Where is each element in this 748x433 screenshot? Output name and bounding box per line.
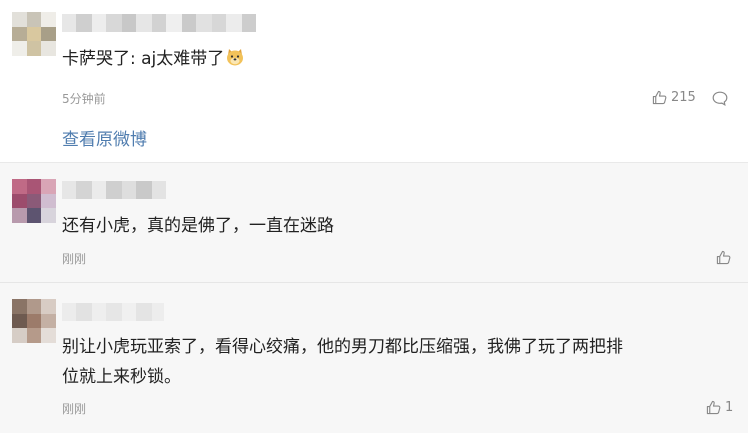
comment-text-content: 卡萨哭了: aj太难带了 — [62, 49, 225, 69]
like-count: 215 — [671, 90, 696, 105]
comment-text-line-2: 位就上来秒锁。 — [62, 367, 181, 387]
comment-3: 别让小虎玩亚索了，看得心绞痛，他的男刀都比压缩强，我佛了玩了两把排 位就上来秒锁… — [0, 282, 748, 433]
comment-text: 还有小虎，真的是佛了，一直在迷路 — [62, 216, 334, 236]
thumbs-up-icon — [652, 90, 667, 105]
thumbs-up-icon — [716, 250, 731, 265]
comment-text-line-1: 别让小虎玩亚索了，看得心绞痛，他的男刀都比压缩强，我佛了玩了两把排 — [62, 337, 623, 357]
comment-text: 卡萨哭了: aj太难带了 — [62, 44, 245, 74]
avatar[interactable] — [12, 299, 56, 343]
timestamp: 刚刚 — [62, 252, 87, 266]
comment-1: 卡萨哭了: aj太难带了 5分钟前 215 查看原微博 — [0, 0, 748, 162]
comment-text: 别让小虎玩亚索了，看得心绞痛，他的男刀都比压缩强，我佛了玩了两把排 位就上来秒锁… — [62, 332, 738, 392]
comment-icon[interactable] — [712, 91, 728, 106]
timestamp: 刚刚 — [62, 402, 87, 416]
timestamp: 5分钟前 — [62, 92, 106, 106]
doge-emoji-icon — [227, 49, 244, 66]
username-blurred[interactable] — [62, 181, 166, 199]
avatar[interactable] — [12, 12, 56, 56]
thumbs-up-icon — [706, 400, 721, 415]
view-original-weibo-link[interactable]: 查看原微博 — [62, 125, 147, 150]
like-count: 1 — [725, 400, 734, 415]
username-blurred[interactable] — [62, 14, 256, 32]
username-blurred[interactable] — [62, 303, 164, 321]
like-button[interactable]: 1 — [706, 400, 733, 415]
comment-2: 还有小虎，真的是佛了，一直在迷路 刚刚 — [0, 162, 748, 283]
avatar[interactable] — [12, 179, 56, 223]
like-button[interactable]: 215 — [652, 90, 696, 105]
like-button[interactable] — [716, 250, 731, 265]
